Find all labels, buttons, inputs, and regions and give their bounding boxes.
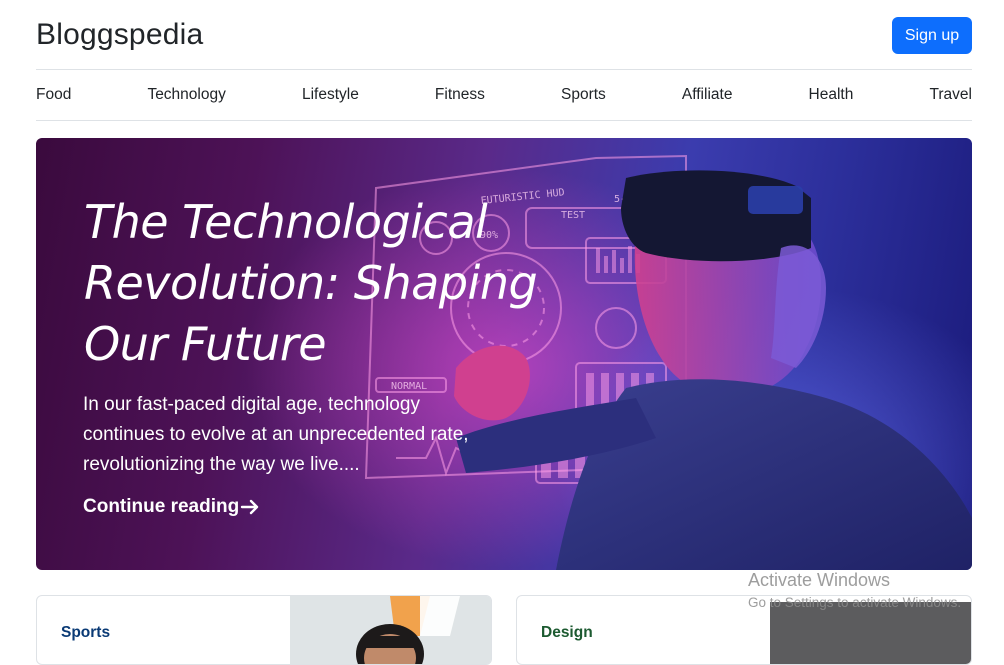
nav-item-food[interactable]: Food [36, 86, 71, 104]
site-header: Bloggspedia Sign up [36, 0, 972, 70]
nav-item-fitness[interactable]: Fitness [435, 86, 485, 104]
site-brand[interactable]: Bloggspedia [36, 18, 203, 52]
nav-item-travel[interactable]: Travel [929, 86, 972, 104]
nav-item-technology[interactable]: Technology [147, 86, 225, 104]
card-thumbnail-image [290, 596, 491, 664]
continue-reading-link[interactable]: Continue reading [83, 496, 260, 518]
category-nav: Food Technology Lifestyle Fitness Sports… [36, 70, 972, 121]
card-thumbnail-image [770, 602, 971, 664]
hero-title: The Technological Revolution: Shaping Ou… [84, 195, 538, 371]
nav-item-lifestyle[interactable]: Lifestyle [302, 86, 359, 104]
watermark-title: Activate Windows [748, 570, 891, 590]
hud-label-test: TEST [561, 210, 585, 221]
featured-card-design[interactable]: Design [516, 595, 972, 665]
nav-item-health[interactable]: Health [809, 86, 854, 104]
continue-reading-label: Continue reading [83, 496, 240, 517]
arrow-right-icon [241, 499, 259, 515]
card-category: Design [541, 624, 593, 641]
nav-item-sports[interactable]: Sports [561, 86, 606, 104]
nav-item-affiliate[interactable]: Affiliate [682, 86, 733, 104]
hero-lead-text: In our fast-paced digital age, technolog… [83, 394, 469, 475]
sign-up-button[interactable]: Sign up [892, 17, 972, 54]
page-container: Bloggspedia Sign up Food Technology Life… [36, 0, 972, 665]
featured-card-sports[interactable]: Sports [36, 595, 492, 665]
card-category: Sports [61, 624, 111, 641]
hero-banner: FUTURISTIC HUD TEST 90% NORMAL 5-01 The … [36, 138, 972, 570]
